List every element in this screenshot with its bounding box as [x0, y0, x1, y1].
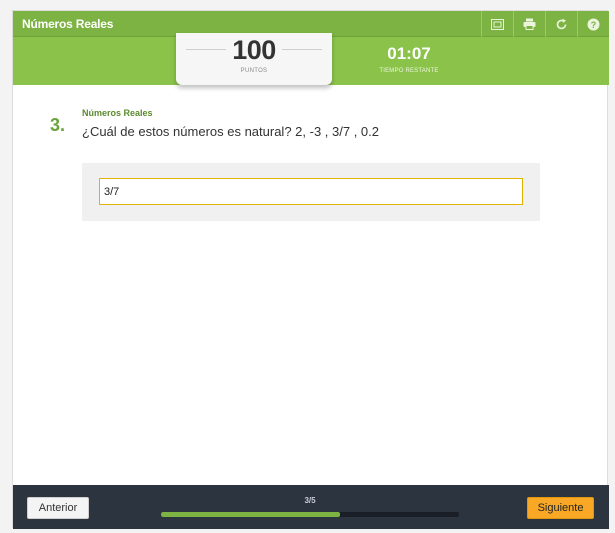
print-icon — [523, 18, 536, 30]
quiz-window: Números Reales ? 100 PUNTOS 01:07 TIEMPO… — [12, 10, 609, 529]
help-icon: ? — [587, 18, 600, 30]
progress-label: 3/5 — [304, 496, 316, 505]
print-button[interactable] — [513, 11, 545, 37]
question-text: ¿Cuál de estos números es natural? 2, -3… — [82, 124, 379, 139]
answer-panel — [82, 163, 540, 221]
help-button[interactable]: ? — [577, 11, 609, 37]
score-value: 100 — [176, 35, 332, 66]
previous-button[interactable]: Anterior — [27, 497, 89, 519]
progress-bar — [161, 512, 459, 517]
next-button[interactable]: Siguiente — [527, 497, 594, 519]
score-card: 100 PUNTOS — [176, 33, 332, 85]
restart-icon — [556, 18, 567, 29]
answer-input[interactable] — [99, 178, 523, 205]
quiz-header: Números Reales ? 100 PUNTOS 01:07 TIEMPO… — [13, 11, 609, 85]
app-title: Números Reales — [22, 17, 114, 31]
question-category: Números Reales — [82, 108, 153, 118]
score-label: PUNTOS — [240, 68, 268, 74]
timer-label: TIEMPO RESTANTE — [379, 68, 439, 74]
svg-text:?: ? — [591, 20, 597, 30]
question-number: 3. — [50, 115, 66, 135]
progress-fill — [161, 512, 340, 517]
timer-value: 01:07 — [387, 44, 431, 63]
screen-icon — [491, 18, 504, 30]
screen-button[interactable] — [481, 11, 513, 37]
restart-button[interactable] — [545, 11, 577, 37]
quiz-footer: Anterior 3/5 Siguiente — [13, 485, 609, 529]
